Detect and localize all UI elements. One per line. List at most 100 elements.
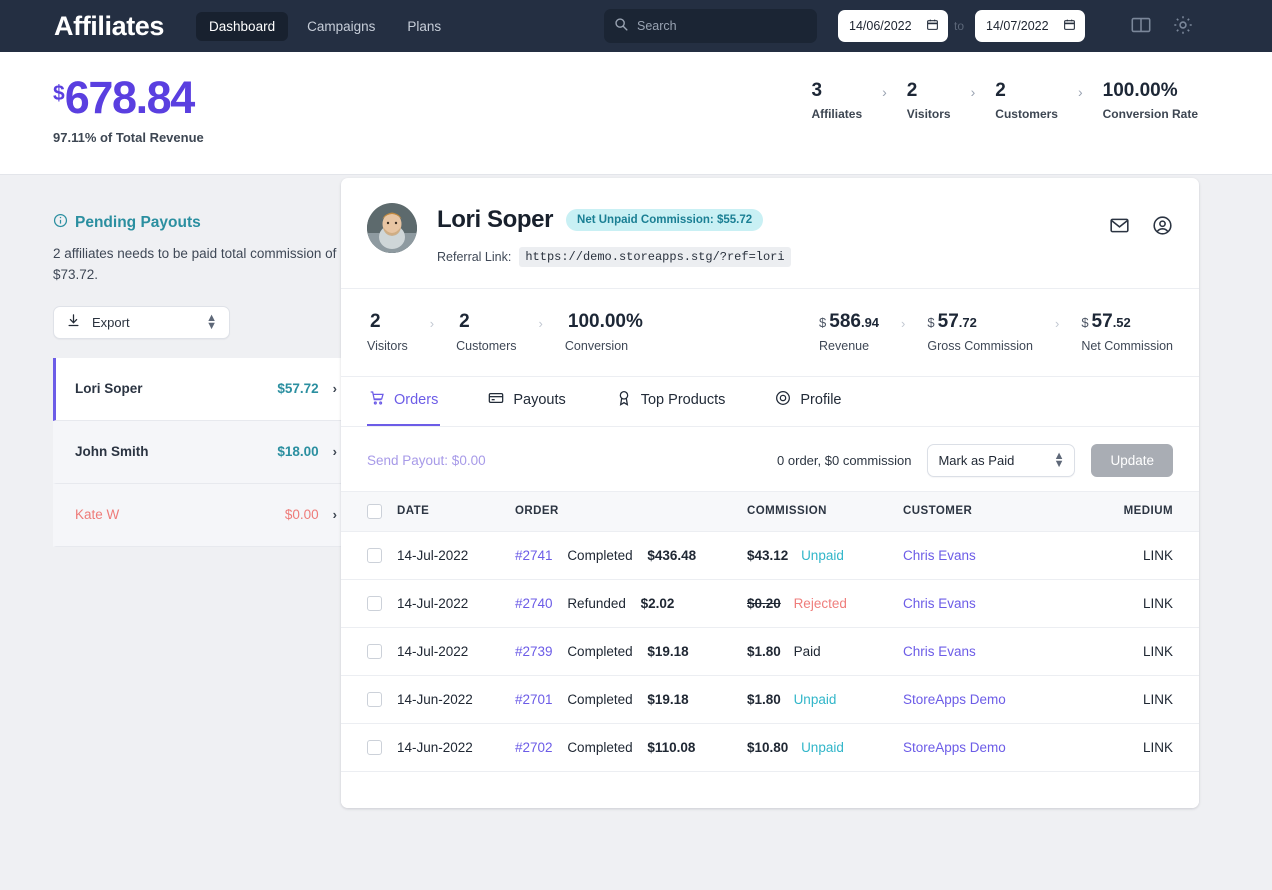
orders-table-header: DATE ORDER COMMISSION CUSTOMER MEDIUM xyxy=(341,491,1199,531)
calendar-icon[interactable] xyxy=(926,18,939,34)
table-row[interactable]: 14-Jul-2022 #2739 Completed $19.18 $1.80… xyxy=(341,627,1199,675)
chevron-right-icon: › xyxy=(1078,84,1083,100)
date-range-separator: to xyxy=(954,19,964,33)
customer-link[interactable]: Chris Evans xyxy=(903,548,976,563)
stat-value: 100.00% xyxy=(1103,80,1198,102)
cell-customer: Chris Evans xyxy=(903,627,1075,675)
order-link[interactable]: #2701 xyxy=(515,692,553,707)
cell-order: #2702 Completed $110.08 xyxy=(515,723,747,771)
stat-decimal: .72 xyxy=(959,315,977,330)
award-icon xyxy=(616,390,632,410)
commission-amount: $10.80 xyxy=(747,740,788,755)
calendar-icon[interactable] xyxy=(1063,18,1076,34)
list-item[interactable]: Kate W $0.00 › xyxy=(53,484,350,547)
book-icon[interactable] xyxy=(1130,14,1152,41)
row-checkbox[interactable] xyxy=(367,548,382,563)
affiliate-name: Kate W xyxy=(75,507,119,522)
table-row[interactable]: 14-Jun-2022 #2702 Completed $110.08 $10.… xyxy=(341,723,1199,771)
commission-status: Paid xyxy=(794,644,821,659)
order-link[interactable]: #2740 xyxy=(515,596,553,611)
tab-orders[interactable]: Orders xyxy=(367,376,440,426)
date-from-value: 14/06/2022 xyxy=(849,19,912,33)
table-row[interactable]: 14-Jul-2022 #2740 Refunded $2.02 $0.20 R… xyxy=(341,579,1199,627)
user-circle-icon[interactable] xyxy=(1152,215,1173,241)
chevron-right-icon: › xyxy=(971,84,976,100)
column-header-commission[interactable]: COMMISSION xyxy=(747,491,903,531)
gear-icon[interactable] xyxy=(1172,14,1194,41)
column-header-customer[interactable]: CUSTOMER xyxy=(903,491,1075,531)
tab-top-products[interactable]: Top Products xyxy=(614,376,728,426)
tab-profile[interactable]: Profile xyxy=(773,376,843,426)
update-button[interactable]: Update xyxy=(1091,444,1173,477)
affiliate-name: Lori Soper xyxy=(75,381,143,396)
order-status: Completed xyxy=(567,740,632,755)
export-button[interactable]: Export ▲▼ xyxy=(53,306,230,339)
cell-customer: Chris Evans xyxy=(903,579,1075,627)
stat-value: 3 xyxy=(811,80,862,102)
bulk-action-select[interactable]: Mark as Paid ▲▼ xyxy=(927,444,1075,477)
table-row[interactable]: 14-Jul-2022 #2741 Completed $436.48 $43.… xyxy=(341,531,1199,579)
order-link[interactable]: #2739 xyxy=(515,644,553,659)
cell-commission: $10.80 Unpaid xyxy=(747,723,903,771)
row-checkbox[interactable] xyxy=(367,596,382,611)
column-header-order[interactable]: ORDER xyxy=(515,491,747,531)
customer-link[interactable]: Chris Evans xyxy=(903,596,976,611)
stat-decimal: .52 xyxy=(1113,315,1131,330)
stat-decimal: .94 xyxy=(861,315,879,330)
send-payout-link[interactable]: Send Payout: $0.00 xyxy=(367,453,486,468)
row-checkbox[interactable] xyxy=(367,740,382,755)
cell-customer: Chris Evans xyxy=(903,531,1075,579)
list-item[interactable]: Lori Soper $57.72 › xyxy=(53,358,350,421)
tab-payouts[interactable]: Payouts xyxy=(486,376,567,426)
tab-label: Profile xyxy=(800,392,841,408)
main-content-area: Pending Payouts 2 affiliates needs to be… xyxy=(0,175,1272,889)
cell-order: #2740 Refunded $2.02 xyxy=(515,579,747,627)
customer-link[interactable]: Chris Evans xyxy=(903,644,976,659)
affiliate-amount: $18.00 xyxy=(277,444,318,459)
search-placeholder: Search xyxy=(637,19,677,33)
column-header-medium[interactable]: MEDIUM xyxy=(1075,491,1199,531)
chevron-right-icon: › xyxy=(539,316,543,331)
tab-label: Orders xyxy=(394,392,438,408)
chevron-updown-icon[interactable]: ▲▼ xyxy=(1054,452,1065,470)
card-stat-conversion: 100.00% Conversion xyxy=(565,311,643,353)
select-all-checkbox[interactable] xyxy=(367,504,382,519)
order-status: Completed xyxy=(567,692,632,707)
list-item[interactable]: John Smith $18.00 › xyxy=(53,421,350,484)
pending-payouts-title: Pending Payouts xyxy=(53,213,350,233)
date-to-input[interactable]: 14/07/2022 xyxy=(975,10,1085,42)
envelope-icon[interactable] xyxy=(1109,215,1130,241)
cell-commission: $0.20 Rejected xyxy=(747,579,903,627)
bulk-action-value: Mark as Paid xyxy=(938,453,1014,468)
search-input[interactable]: Search xyxy=(604,9,817,43)
target-user-icon xyxy=(775,390,791,410)
affiliate-amount: $57.72 xyxy=(277,381,318,396)
row-checkbox[interactable] xyxy=(367,692,382,707)
order-status: Completed xyxy=(567,644,632,659)
cell-customer: StoreApps Demo xyxy=(903,723,1075,771)
currency-symbol: $ xyxy=(819,315,826,330)
table-row[interactable]: 14-Jun-2022 #2701 Completed $19.18 $1.80… xyxy=(341,675,1199,723)
customer-link[interactable]: StoreApps Demo xyxy=(903,692,1006,707)
chevron-updown-icon[interactable]: ▲▼ xyxy=(206,314,217,332)
referral-link-value[interactable]: https://demo.storeapps.stg/?ref=lori xyxy=(519,247,790,267)
commission-amount: $0.20 xyxy=(747,596,781,611)
nav-link-plans[interactable]: Plans xyxy=(394,12,454,41)
commission-status: Rejected xyxy=(794,596,847,611)
order-amount: $436.48 xyxy=(647,548,696,563)
customer-link[interactable]: StoreApps Demo xyxy=(903,740,1006,755)
info-icon xyxy=(53,213,68,233)
stat-label: Visitors xyxy=(367,339,408,353)
column-header-date[interactable]: DATE xyxy=(397,491,515,531)
page-title: Lori Soper xyxy=(437,206,553,234)
affiliate-actions xyxy=(1109,203,1173,241)
order-link[interactable]: #2741 xyxy=(515,548,553,563)
cell-date: 14-Jun-2022 xyxy=(397,723,515,771)
date-from-input[interactable]: 14/06/2022 xyxy=(838,10,948,42)
nav-link-dashboard[interactable]: Dashboard xyxy=(196,12,288,41)
row-select-cell xyxy=(341,723,397,771)
order-link[interactable]: #2702 xyxy=(515,740,553,755)
nav-link-campaigns[interactable]: Campaigns xyxy=(294,12,388,41)
chevron-right-icon: › xyxy=(430,316,434,331)
row-checkbox[interactable] xyxy=(367,644,382,659)
